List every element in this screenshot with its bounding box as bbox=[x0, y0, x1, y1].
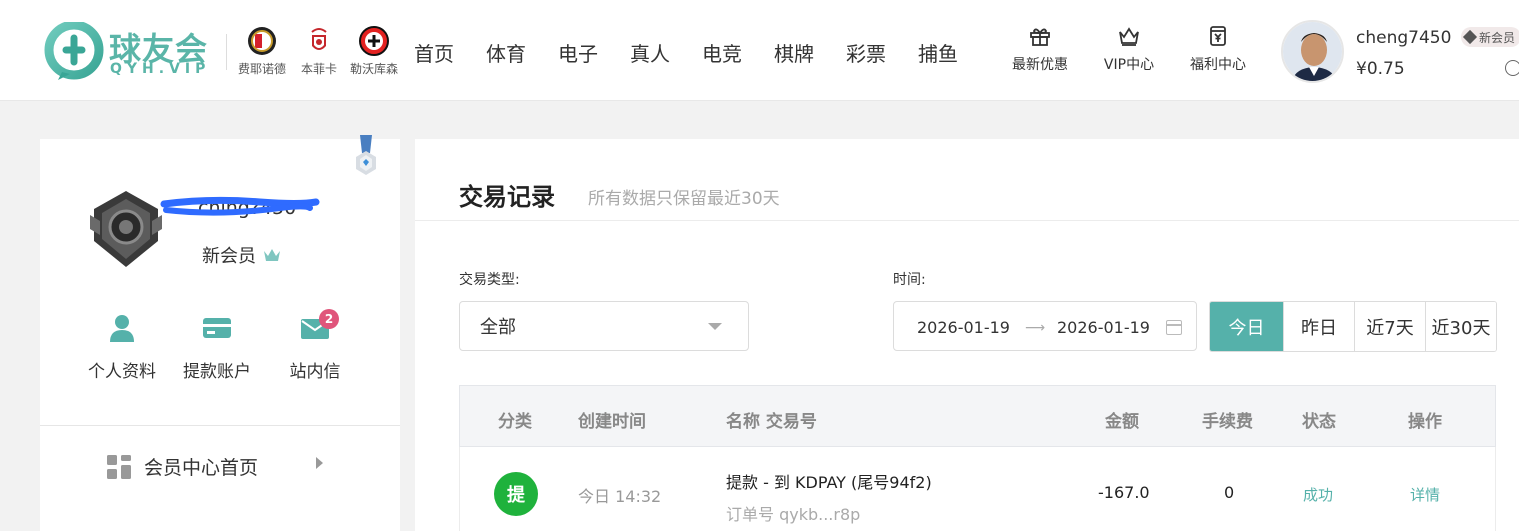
quick-link-label: VIP中心 bbox=[1103, 57, 1155, 73]
quick-link-label: 最新优惠 bbox=[1012, 57, 1068, 73]
amount: -167.0 bbox=[1098, 483, 1150, 502]
nav-item-lottery[interactable]: 彩票 bbox=[846, 38, 886, 67]
quick-link-label: 福利中心 bbox=[1190, 57, 1246, 73]
club-leverkusen[interactable]: 勒沃库森 bbox=[344, 26, 404, 77]
vip-level-label: 新会员 bbox=[1479, 30, 1516, 45]
member-sidebar: ching?450 新会员 个人资料 提款账户 2 站内信 会员中心首页 bbox=[40, 135, 400, 531]
quick-link-welfare[interactable]: 福利中心 bbox=[1178, 24, 1258, 74]
club-benfica[interactable]: 本菲卡 bbox=[289, 26, 349, 77]
shortcut-profile[interactable]: 个人资料 bbox=[82, 311, 162, 382]
vip-level-badge[interactable]: 新会员 bbox=[1461, 27, 1519, 47]
date-from[interactable]: 2026-01-19 bbox=[917, 318, 1010, 337]
column-header-status: 状态 bbox=[1302, 412, 1336, 432]
quick-link-vip[interactable]: VIP中心 bbox=[1089, 24, 1169, 74]
club-label: 勒沃库森 bbox=[349, 62, 398, 76]
nav-item-slots[interactable]: 电子 bbox=[558, 38, 598, 67]
card-icon bbox=[177, 311, 257, 345]
fee: 0 bbox=[1224, 483, 1235, 502]
benfica-badge-icon bbox=[304, 26, 334, 56]
nav-item-fishing[interactable]: 捕鱼 bbox=[918, 38, 958, 67]
column-header-type: 分类 bbox=[498, 412, 532, 432]
shortcut-label: 提款账户 bbox=[183, 362, 251, 382]
gem-icon bbox=[1462, 29, 1478, 45]
unread-badge: 2 bbox=[319, 309, 339, 329]
sidebar-divider bbox=[40, 425, 400, 426]
column-header-name: 名称 交易号 bbox=[726, 412, 817, 432]
order-number: 订单号 qykb...r8p bbox=[726, 505, 861, 524]
sidebar-item-label: 会员中心首页 bbox=[144, 457, 259, 479]
quick-range-group: 今日 昨日 近7天 近30天 bbox=[1209, 301, 1497, 352]
qyh-logo-icon[interactable] bbox=[44, 20, 104, 82]
nav-item-home[interactable]: 首页 bbox=[414, 38, 454, 67]
member-level: 新会员 bbox=[202, 242, 282, 268]
chevron-right-icon bbox=[316, 457, 323, 469]
nav-item-sports[interactable]: 体育 bbox=[486, 38, 526, 67]
details-link[interactable]: 详情 bbox=[1410, 484, 1440, 505]
column-header-created: 创建时间 bbox=[578, 412, 646, 432]
main-nav: 首页 体育 电子 真人 电竞 棋牌 彩票 捕鱼 bbox=[414, 38, 990, 67]
welfare-card-icon bbox=[1206, 24, 1230, 48]
table-row: 提 今日 14:32 提款 - 到 KDPAY (尾号94f2) 订单号 qyk… bbox=[459, 447, 1496, 531]
range-yesterday-button[interactable]: 昨日 bbox=[1283, 302, 1354, 351]
mail-icon: 2 bbox=[275, 309, 355, 345]
username: cheng7450 bbox=[1356, 28, 1452, 48]
time-filter-label: 时间: bbox=[893, 272, 926, 288]
medal-icon bbox=[350, 135, 382, 181]
date-to[interactable]: 2026-01-19 bbox=[1057, 318, 1150, 337]
crown-icon bbox=[1117, 24, 1141, 48]
brand-subtitle: QYH.VIP bbox=[110, 61, 211, 77]
shortcut-label: 站内信 bbox=[289, 362, 341, 382]
column-header-action: 操作 bbox=[1408, 412, 1442, 432]
transaction-panel: 交易记录 所有数据只保留最近30天 交易类型: 全部 时间: 2026-01-1… bbox=[415, 139, 1519, 531]
user-icon bbox=[82, 311, 162, 345]
caret-down-icon bbox=[708, 323, 722, 330]
grid-icon bbox=[107, 454, 131, 479]
created-time: 今日 14:32 bbox=[578, 487, 662, 506]
table-header: 分类 创建时间 名称 交易号 金额 手续费 状态 操作 bbox=[459, 385, 1496, 447]
calendar-icon[interactable] bbox=[1166, 320, 1182, 335]
crown-level-icon bbox=[264, 249, 280, 261]
range-30days-button[interactable]: 近30天 bbox=[1425, 302, 1496, 351]
balance: ¥0.75 bbox=[1356, 59, 1405, 79]
transaction-table: 分类 创建时间 名称 交易号 金额 手续费 状态 操作 提 今日 14:32 提… bbox=[459, 385, 1496, 531]
level-emblem-icon bbox=[88, 189, 164, 269]
gift-icon bbox=[1028, 24, 1052, 48]
club-feyenoord[interactable]: 费耶诺德 bbox=[232, 26, 292, 77]
status-badge: 成功 bbox=[1303, 486, 1334, 504]
range-today-button[interactable]: 今日 bbox=[1210, 302, 1283, 351]
column-header-amount: 金额 bbox=[1105, 412, 1139, 432]
page-title: 交易记录 bbox=[459, 183, 555, 211]
shortcut-messages[interactable]: 2 站内信 bbox=[275, 309, 355, 382]
transaction-type-select[interactable]: 全部 bbox=[459, 301, 749, 351]
user-avatar[interactable] bbox=[1281, 20, 1344, 83]
transaction-name: 提款 - 到 KDPAY (尾号94f2) bbox=[726, 473, 932, 492]
leverkusen-badge-icon bbox=[359, 26, 389, 56]
date-range-picker[interactable]: 2026-01-19 ⟶ 2026-01-19 bbox=[893, 301, 1197, 351]
club-label: 本菲卡 bbox=[300, 62, 337, 76]
club-label: 费耶诺德 bbox=[237, 62, 286, 76]
nav-item-cards[interactable]: 棋牌 bbox=[774, 38, 814, 67]
member-level-label: 新会员 bbox=[202, 246, 256, 267]
brand-divider bbox=[226, 34, 227, 70]
nav-item-esports[interactable]: 电竞 bbox=[702, 38, 742, 67]
nav-item-live[interactable]: 真人 bbox=[630, 38, 670, 67]
type-filter-label: 交易类型: bbox=[459, 272, 520, 288]
shortcut-label: 个人资料 bbox=[88, 362, 156, 382]
top-header: 球友会 QYH.VIP 费耶诺德 本菲卡 勒沃库森 首页 体育 电子 真人 电竞… bbox=[0, 0, 1519, 101]
redaction-scribble bbox=[160, 196, 320, 222]
range-7days-button[interactable]: 近7天 bbox=[1354, 302, 1425, 351]
sidebar-item-member-home[interactable]: 会员中心首页 bbox=[106, 453, 258, 480]
select-value: 全部 bbox=[480, 317, 516, 338]
shortcut-withdraw-account[interactable]: 提款账户 bbox=[177, 311, 257, 382]
feyenoord-badge-icon bbox=[247, 26, 277, 56]
page-subtitle: 所有数据只保留最近30天 bbox=[588, 189, 780, 209]
dropdown-circle-icon[interactable] bbox=[1505, 60, 1519, 76]
column-header-fee: 手续费 bbox=[1202, 412, 1253, 432]
arrow-right-icon: ⟶ bbox=[1025, 320, 1046, 336]
title-divider bbox=[415, 220, 1519, 221]
withdraw-type-badge: 提 bbox=[494, 472, 538, 516]
quick-link-promotions[interactable]: 最新优惠 bbox=[1000, 24, 1080, 74]
